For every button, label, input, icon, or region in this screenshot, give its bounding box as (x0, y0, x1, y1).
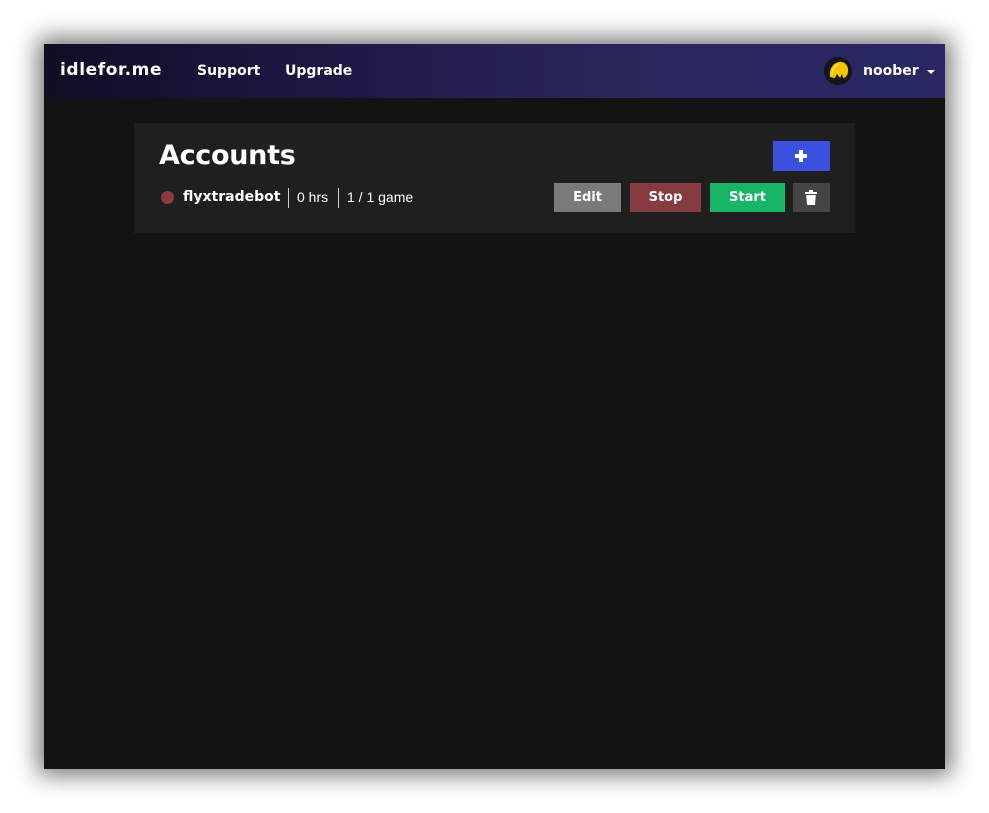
status-indicator (161, 191, 174, 204)
account-name: flyxtradebot (183, 189, 281, 205)
account-hours: 0 hrs (297, 189, 329, 205)
page-title: Accounts (159, 140, 296, 171)
nav-link-upgrade[interactable]: Upgrade (285, 62, 352, 80)
stop-button[interactable]: Stop (630, 183, 701, 212)
accounts-card: Accounts flyxtradebot 0 hrs 1 / 1 game E… (134, 123, 855, 233)
user-menu[interactable]: noober (824, 56, 935, 86)
yellow-character-avatar-icon (824, 57, 852, 85)
brand-logo[interactable]: idlefor.me (60, 59, 162, 81)
nav-link-support[interactable]: Support (197, 62, 260, 80)
account-games: 1 / 1 game (347, 189, 414, 205)
account-row: flyxtradebot 0 hrs 1 / 1 game Edit Stop … (159, 183, 831, 213)
username: noober (863, 63, 919, 79)
divider (338, 188, 339, 208)
avatar (824, 57, 852, 85)
add-account-button[interactable] (773, 141, 830, 171)
chevron-down-icon (926, 70, 935, 74)
top-navbar: idlefor.me Support Upgrade noober (44, 44, 945, 98)
plus-icon-vertical (799, 150, 803, 162)
trash-icon (805, 190, 817, 205)
edit-button[interactable]: Edit (554, 183, 621, 212)
app-window: idlefor.me Support Upgrade noober Accoun… (44, 44, 945, 769)
start-button[interactable]: Start (710, 183, 785, 212)
divider (288, 188, 289, 208)
delete-button[interactable] (793, 183, 830, 212)
